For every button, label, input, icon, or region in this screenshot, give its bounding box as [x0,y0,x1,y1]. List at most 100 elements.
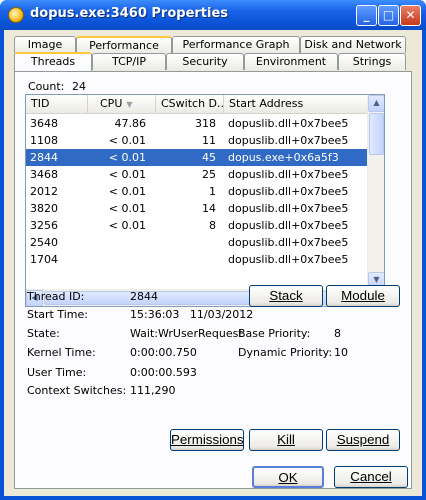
user-time-value: 0:00:00.593 [130,366,197,379]
base-priority-label: Base Priority: [238,327,311,340]
dynamic-priority-label: Dynamic Priority: [238,346,333,359]
cell-cswitch-delta: 1 [209,185,216,198]
thread-id-label: Thread ID: [27,290,85,303]
dynamic-priority-value: 10 [334,346,348,359]
tab-environment[interactable]: Environment [244,53,338,70]
cell-cpu: 47.86 [114,117,147,130]
tab-disk-and-network[interactable]: Disk and Network [300,36,406,53]
tab-label: TCP/IP [112,55,146,68]
cell-cswitch-delta: 25 [202,168,216,181]
arrow-down-icon: ▼ [373,275,380,284]
threads-list[interactable]: TID CPU ▼ CSwitch D... Start Address 3648… [25,94,385,307]
minimize-button[interactable]: _ [356,5,377,26]
cell-tid: 3256 [30,219,58,232]
cell-tid: 2844 [30,151,58,164]
table-row[interactable]: 3468 < 0.01 25 dopuslib.dll+0x7bee5 [26,166,368,183]
tab-label: Environment [255,55,327,68]
button-label: Permissions [171,432,244,447]
tab-security[interactable]: Security [166,53,244,70]
button-label: Kill [277,432,295,447]
table-row[interactable]: 2012 < 0.01 1 dopuslib.dll+0x7bee5 [26,183,368,200]
cell-cswitch-delta: 318 [195,117,216,130]
cell-cpu: < 0.01 [108,168,146,181]
tab-performance[interactable]: Performance [76,36,172,53]
dialog-client: Image Performance Performance Graph Disk… [4,30,422,496]
cell-cpu: < 0.01 [108,219,146,232]
column-cswitch-delta[interactable]: CSwitch D... [156,95,224,114]
cell-tid: 3820 [30,202,58,215]
vertical-scrollbar[interactable]: ▲ ▼ [367,95,384,289]
state-value: Wait:WrUserRequest [130,327,243,340]
column-label: CSwitch D... [161,97,224,110]
tab-label: Security [182,55,228,68]
button-label: Suspend [336,432,390,447]
cell-tid: 3468 [30,168,58,181]
scroll-up-button[interactable]: ▲ [368,95,384,112]
kill-button[interactable]: Kill [249,429,323,451]
app-icon [8,7,24,23]
cell-cpu: < 0.01 [108,134,146,147]
count-label: Count: [28,80,65,93]
cancel-button[interactable]: Cancel [334,466,408,488]
tab-strings[interactable]: Strings [338,53,406,70]
suspend-button[interactable]: Suspend [326,429,400,451]
table-row[interactable]: 3648 47.86 318 dopuslib.dll+0x7bee5 [26,115,368,132]
cell-cpu: < 0.01 [108,185,146,198]
table-row[interactable]: 2540 dopuslib.dll+0x7bee5 [26,234,368,251]
sort-descending-icon: ▼ [126,100,133,109]
arrow-up-icon: ▲ [373,98,380,107]
cell-cswitch-delta: 45 [202,151,216,164]
user-time-label: User Time: [27,366,87,379]
table-row[interactable]: 3256 < 0.01 8 dopuslib.dll+0x7bee5 [26,217,368,234]
kernel-time-value: 0:00:00.750 [130,346,197,359]
tab-label: Image [27,38,63,51]
module-button[interactable]: Module [326,285,400,307]
button-label: Stack [269,288,303,303]
cell-tid: 2012 [30,185,58,198]
cell-start-address: dopuslib.dll+0x7bee5 [228,185,349,198]
column-label: TID [31,97,50,110]
cell-start-address: dopus.exe+0x6a5f3 [228,151,339,164]
close-icon: ✕ [405,8,416,22]
count-value: 24 [72,80,86,93]
close-button[interactable]: ✕ [400,5,421,26]
tab-label: Performance Graph [182,38,290,51]
stack-button[interactable]: Stack [249,285,323,307]
start-time-value: 15:36:03 11/03/2012 [130,308,254,321]
state-label: State: [27,327,60,340]
tab-performance-graph[interactable]: Performance Graph [172,36,300,53]
cell-cpu: < 0.01 [108,151,146,164]
cell-start-address: dopuslib.dll+0x7bee5 [228,253,349,266]
cell-start-address: dopuslib.dll+0x7bee5 [228,202,349,215]
table-row[interactable]: 1704 dopuslib.dll+0x7bee5 [26,251,368,268]
thread-id-value: 2844 [130,290,158,303]
vertical-scroll-thumb[interactable] [369,113,384,155]
context-switches-label: Context Switches: [27,384,127,397]
cell-tid: 3648 [30,117,58,130]
button-label: OK [278,470,298,485]
column-start-address[interactable]: Start Address [224,95,368,114]
column-label: Start Address [229,97,304,110]
permissions-button[interactable]: Permissions [170,429,244,451]
title-bar[interactable]: dopus.exe:3460 Properties _ □ ✕ [0,0,426,30]
tab-image[interactable]: Image [14,36,76,53]
table-row[interactable]: 2844 < 0.01 45 dopus.exe+0x6a5f3 [26,149,368,166]
maximize-button[interactable]: □ [378,5,399,26]
button-label: Module [341,288,385,303]
start-time-label: Start Time: [27,308,88,321]
column-tid[interactable]: TID [26,95,88,114]
cell-tid: 1704 [30,253,58,266]
base-priority-value: 8 [334,327,341,340]
tab-tcp-ip[interactable]: TCP/IP [92,53,166,70]
table-row[interactable]: 1108 < 0.01 11 dopuslib.dll+0x7bee5 [26,132,368,149]
column-label: CPU [100,97,123,110]
tab-label: Strings [352,55,392,68]
table-row[interactable]: 3820 < 0.01 14 dopuslib.dll+0x7bee5 [26,200,368,217]
column-cpu[interactable]: CPU ▼ [88,95,156,114]
cell-start-address: dopuslib.dll+0x7bee5 [228,168,349,181]
cell-cpu: < 0.01 [108,202,146,215]
maximize-icon: □ [382,8,395,22]
cell-start-address: dopuslib.dll+0x7bee5 [228,219,349,232]
tab-threads[interactable]: Threads [14,52,92,71]
ok-button[interactable]: OK [252,466,324,488]
